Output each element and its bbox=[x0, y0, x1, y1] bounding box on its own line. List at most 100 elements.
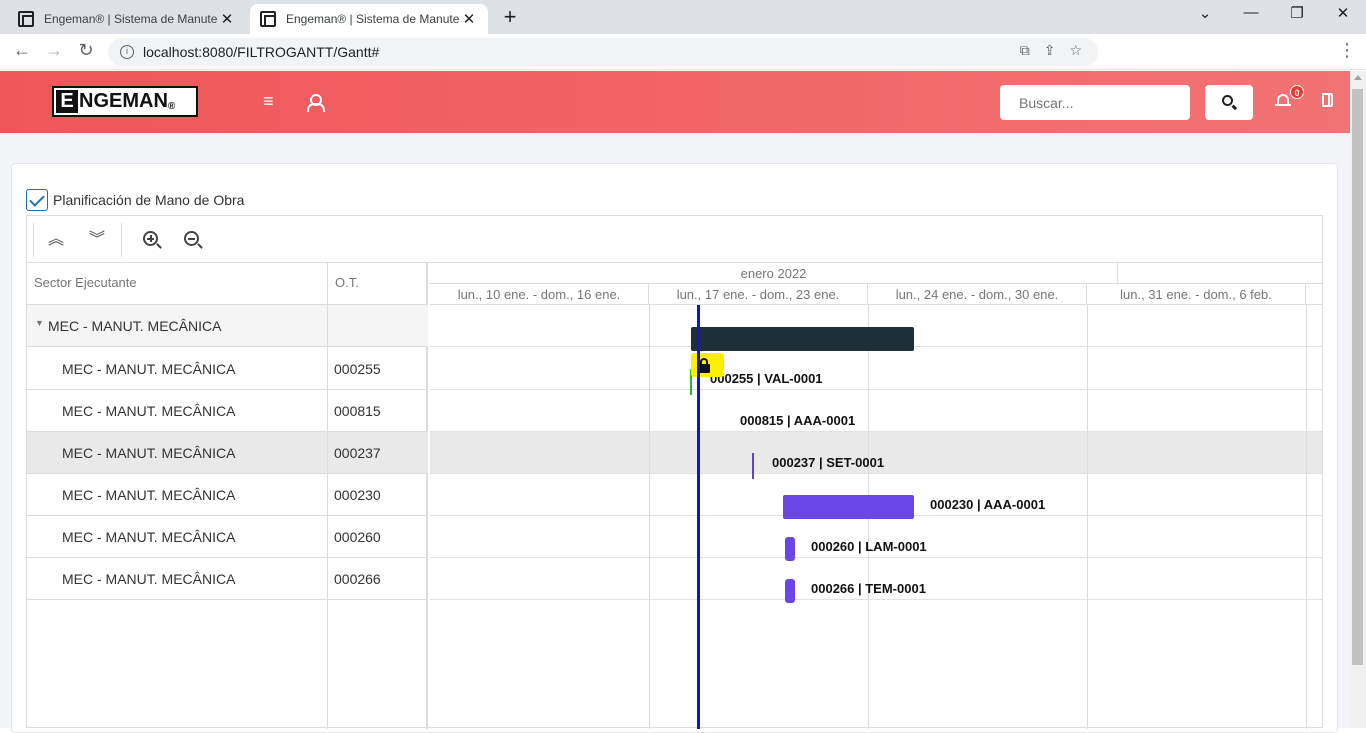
forward-icon[interactable]: → bbox=[42, 40, 66, 61]
star-icon[interactable]: ☆ bbox=[1069, 42, 1082, 59]
column-header-ot[interactable]: O.T. bbox=[335, 275, 359, 290]
engeman-favicon-icon bbox=[260, 11, 276, 27]
tab-title: Engeman® | Sistema de Manutenção bbox=[44, 12, 218, 26]
logo-e: E bbox=[56, 90, 78, 113]
week-label: lun., 17 ene. - dom., 23 ene. bbox=[649, 284, 868, 305]
browser-tab-1[interactable]: Engeman® | Sistema de Manutenção ✕ bbox=[8, 4, 246, 34]
timeline-row bbox=[430, 348, 1322, 390]
minimize-icon[interactable]: — bbox=[1236, 4, 1266, 21]
chevron-down-icon[interactable]: ⌄ bbox=[1190, 4, 1220, 22]
row-sector: MEC - MANUT. MECÂNICA bbox=[62, 361, 236, 377]
table-row[interactable]: MEC - MANUT. MECÂNICA 000815 bbox=[27, 390, 428, 432]
logo-registered: ® bbox=[167, 101, 176, 112]
zoom-in-icon[interactable] bbox=[143, 231, 158, 246]
side-panel-icon[interactable] bbox=[1322, 93, 1333, 107]
tab-close-icon[interactable]: ✕ bbox=[460, 10, 478, 28]
info-icon[interactable]: i bbox=[120, 45, 134, 59]
user-icon[interactable] bbox=[307, 94, 325, 112]
kebab-menu-icon[interactable]: ⋮ bbox=[1338, 40, 1356, 61]
url-text[interactable]: localhost:8080/FILTROGANTT/Gantt# bbox=[143, 44, 379, 60]
row-sector: MEC - MANUT. MECÂNICA bbox=[62, 487, 236, 503]
task-label: 000237 | SET-0001 bbox=[772, 455, 885, 470]
toolbar-divider bbox=[33, 223, 34, 257]
task-label: 000266 | TEM-0001 bbox=[811, 581, 926, 596]
zoom-out-icon[interactable] bbox=[184, 231, 199, 246]
row-sector: MEC - MANUT. MECÂNICA bbox=[62, 529, 236, 545]
logo-text: NGEMAN bbox=[79, 90, 168, 112]
browser-toolbar: ← → ↻ i localhost:8080/FILTROGANTT/Gantt… bbox=[0, 34, 1366, 70]
timeline-week-header: lun., 10 ene. - dom., 16 ene. lun., 17 e… bbox=[430, 284, 1322, 305]
caret-down-icon[interactable]: ▼ bbox=[35, 318, 44, 328]
back-icon[interactable]: ← bbox=[10, 40, 34, 61]
table-row[interactable]: MEC - MANUT. MECÂNICA 000230 bbox=[27, 474, 428, 516]
row-ot: 000230 bbox=[334, 487, 381, 503]
collapse-all-icon[interactable]: ︽ bbox=[45, 229, 67, 251]
row-sector: MEC - MANUT. MECÂNICA bbox=[62, 445, 236, 461]
translate-icon[interactable]: ⧉ bbox=[1020, 42, 1030, 59]
notification-badge: 0 bbox=[1290, 85, 1304, 99]
task-label: 000230 | AAA-0001 bbox=[930, 497, 1046, 512]
row-ot: 000266 bbox=[334, 571, 381, 587]
table-row[interactable]: MEC - MANUT. MECÂNICA 000266 bbox=[27, 558, 428, 600]
expand-all-icon[interactable]: ︾ bbox=[86, 229, 108, 251]
gantt-chart: ︽ ︾ Sector Ejecutante O.T. ▼ MEC - MANUT… bbox=[26, 215, 1323, 729]
table-row[interactable]: MEC - MANUT. MECÂNICA 000260 bbox=[27, 516, 428, 558]
column-divider[interactable] bbox=[327, 263, 328, 729]
search-button[interactable] bbox=[1205, 85, 1253, 120]
month-label: enero 2022 bbox=[430, 263, 1118, 284]
task-bar-000260[interactable] bbox=[785, 537, 795, 561]
planning-checkbox-label[interactable]: Planificación de Mano de Obra bbox=[53, 192, 244, 208]
timeline-row bbox=[430, 390, 1322, 432]
task-bar-000815[interactable] bbox=[691, 353, 724, 377]
scroll-up-icon[interactable] bbox=[1354, 75, 1362, 80]
task-label: 000815 | AAA-0001 bbox=[740, 413, 856, 428]
tab-title: Engeman® | Sistema de Manutenção bbox=[286, 12, 460, 26]
app-header: E NGEMAN ® ≡ bbox=[0, 71, 1350, 133]
scrollbar-thumb[interactable] bbox=[1352, 89, 1363, 665]
week-gridline bbox=[649, 305, 650, 729]
restore-icon[interactable]: ❐ bbox=[1282, 4, 1312, 22]
engeman-logo[interactable]: E NGEMAN ® bbox=[52, 86, 198, 117]
new-tab-icon[interactable]: + bbox=[498, 6, 522, 30]
task-label: 000260 | LAM-0001 bbox=[811, 539, 927, 554]
grid-header: Sector Ejecutante O.T. bbox=[27, 263, 428, 305]
row-ot: 000237 bbox=[334, 445, 381, 461]
toolbar-divider bbox=[121, 223, 122, 257]
page-scrollbar[interactable] bbox=[1350, 71, 1366, 728]
gantt-timeline: enero 2022 lun., 10 ene. - dom., 16 ene.… bbox=[430, 263, 1322, 729]
task-bar-000266[interactable] bbox=[785, 579, 795, 603]
group-row[interactable]: ▼ MEC - MANUT. MECÂNICA bbox=[27, 305, 428, 347]
row-ot: 000815 bbox=[334, 403, 381, 419]
row-sector: MEC - MANUT. MECÂNICA bbox=[62, 571, 236, 587]
share-icon[interactable]: ⇪ bbox=[1044, 42, 1056, 59]
tab-close-icon[interactable]: ✕ bbox=[218, 10, 236, 28]
reload-icon[interactable]: ↻ bbox=[74, 40, 98, 61]
week-label: lun., 24 ene. - dom., 30 ene. bbox=[868, 284, 1087, 305]
task-label: 000255 | VAL-0001 bbox=[710, 371, 823, 386]
gantt-toolbar: ︽ ︾ bbox=[27, 216, 1322, 263]
today-marker-line bbox=[697, 305, 700, 729]
week-gridline bbox=[1306, 305, 1307, 729]
table-row-selected[interactable]: MEC - MANUT. MECÂNICA 000237 bbox=[27, 432, 428, 474]
hamburger-menu-icon[interactable]: ≡ bbox=[263, 91, 274, 112]
group-name: MEC - MANUT. MECÂNICA bbox=[48, 318, 222, 334]
week-gridline bbox=[1087, 305, 1088, 729]
engeman-favicon-icon bbox=[18, 11, 34, 27]
planning-checkbox[interactable] bbox=[26, 189, 48, 211]
task-bar-000230[interactable] bbox=[783, 495, 914, 519]
browser-tab-strip: Engeman® | Sistema de Manutenção ✕ Engem… bbox=[0, 0, 1366, 34]
gantt-grid: Sector Ejecutante O.T. ▼ MEC - MANUT. ME… bbox=[27, 263, 428, 729]
table-row[interactable]: MEC - MANUT. MECÂNICA 000255 bbox=[27, 348, 428, 390]
row-ot: 000255 bbox=[334, 361, 381, 377]
row-ot: 000260 bbox=[334, 529, 381, 545]
task-bar-000237[interactable] bbox=[752, 453, 754, 479]
address-bar[interactable]: i localhost:8080/FILTROGANTT/Gantt# ⧉ ⇪ … bbox=[108, 38, 1098, 66]
summary-task-bar[interactable] bbox=[691, 327, 914, 351]
window-close-icon[interactable]: ✕ bbox=[1328, 4, 1358, 22]
column-header-sector[interactable]: Sector Ejecutante bbox=[34, 275, 137, 290]
bell-icon[interactable] bbox=[1275, 93, 1291, 108]
browser-tab-2[interactable]: Engeman® | Sistema de Manutenção ✕ bbox=[250, 4, 488, 34]
week-label: lun., 10 ene. - dom., 16 ene. bbox=[430, 284, 649, 305]
week-label: lun., 31 ene. - dom., 6 feb. bbox=[1087, 284, 1306, 305]
search-input[interactable] bbox=[1000, 85, 1190, 120]
